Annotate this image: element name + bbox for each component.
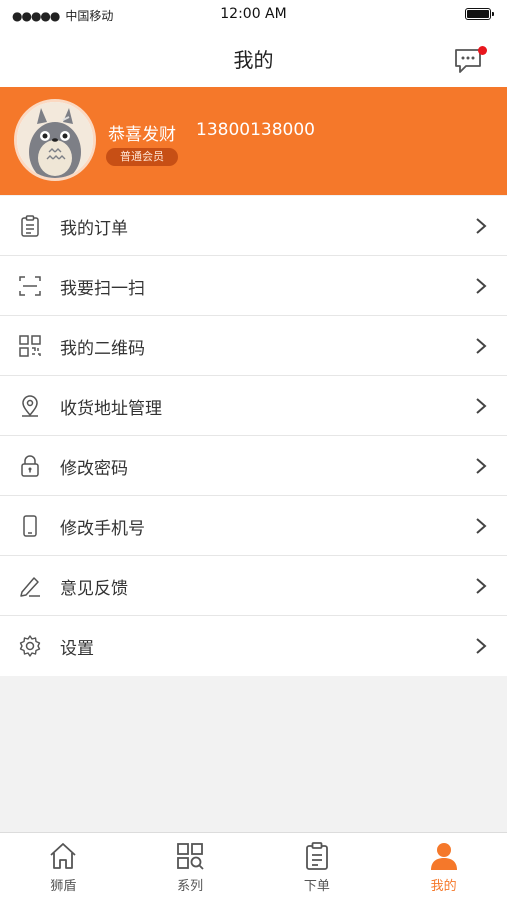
totoro-avatar-icon — [17, 102, 93, 178]
avatar[interactable] — [14, 99, 96, 181]
chevron-right-icon — [476, 398, 487, 414]
tab-bar: 狮盾 系列 下单 我的 — [0, 832, 507, 900]
profile-header[interactable]: 恭喜发财 13800138000 普通会员 — [0, 87, 507, 195]
tab-label: 我的 — [430, 879, 457, 894]
menu-item-label: 收货地址管理 — [60, 399, 162, 419]
menu-item-label: 修改手机号 — [60, 519, 145, 539]
tab-label: 狮盾 — [50, 879, 77, 894]
menu-item-change-phone[interactable]: 修改手机号 — [0, 496, 507, 556]
grid-search-icon — [177, 843, 204, 870]
chevron-right-icon — [476, 218, 487, 234]
home-icon — [50, 843, 76, 869]
menu-item-my-orders[interactable]: 我的订单 — [0, 196, 507, 256]
tab-label: 系列 — [177, 879, 204, 894]
gear-icon — [19, 635, 41, 657]
menu-item-feedback[interactable]: 意见反馈 — [0, 556, 507, 616]
membership-badge: 普通会员 — [106, 148, 178, 166]
user-phone: 13800138000 — [196, 120, 315, 140]
menu-item-address[interactable]: 收货地址管理 — [0, 376, 507, 436]
chevron-right-icon — [476, 278, 487, 294]
menu-item-my-qrcode[interactable]: 我的二维码 — [0, 316, 507, 376]
tab-order[interactable]: 下单 — [254, 833, 381, 900]
nav-bar: 我的 — [0, 30, 507, 87]
chevron-right-icon — [476, 458, 487, 474]
menu-item-label: 修改密码 — [60, 459, 128, 479]
battery-icon — [465, 8, 494, 20]
qrcode-icon — [19, 335, 41, 357]
menu-item-label: 我要扫一扫 — [60, 279, 145, 299]
lock-icon — [21, 455, 39, 477]
menu-item-label: 我的订单 — [60, 219, 128, 239]
chevron-right-icon — [476, 638, 487, 654]
chevron-right-icon — [476, 578, 487, 594]
person-icon — [430, 843, 457, 870]
menu-item-settings[interactable]: 设置 — [0, 616, 507, 676]
menu-item-scan[interactable]: 我要扫一扫 — [0, 256, 507, 316]
notification-dot — [478, 46, 487, 55]
menu-item-label: 意见反馈 — [60, 579, 128, 599]
user-name: 恭喜发财 — [108, 125, 176, 145]
clipboard-icon — [305, 842, 328, 870]
status-bar: ●●●●● 中国移动 12:00 AM — [0, 0, 507, 30]
menu-item-label: 设置 — [60, 639, 94, 659]
tab-series[interactable]: 系列 — [127, 833, 254, 900]
phone-icon — [23, 515, 37, 537]
tab-mine[interactable]: 我的 — [380, 833, 507, 900]
tab-label: 下单 — [303, 879, 330, 894]
clipboard-icon — [21, 215, 39, 237]
tab-home[interactable]: 狮盾 — [0, 833, 127, 900]
menu-item-change-password[interactable]: 修改密码 — [0, 436, 507, 496]
page-title: 我的 — [233, 48, 274, 72]
chevron-right-icon — [476, 338, 487, 354]
menu-list: 我的订单 我要扫一扫 我的二维码 收货地址管理 修改密码 修改手机号 意见反馈 … — [0, 196, 507, 676]
scan-icon — [19, 276, 41, 296]
menu-item-label: 我的二维码 — [60, 339, 145, 359]
pencil-icon — [20, 577, 40, 597]
location-pin-icon — [22, 395, 38, 417]
chevron-right-icon — [476, 518, 487, 534]
status-time: 12:00 AM — [220, 6, 287, 22]
